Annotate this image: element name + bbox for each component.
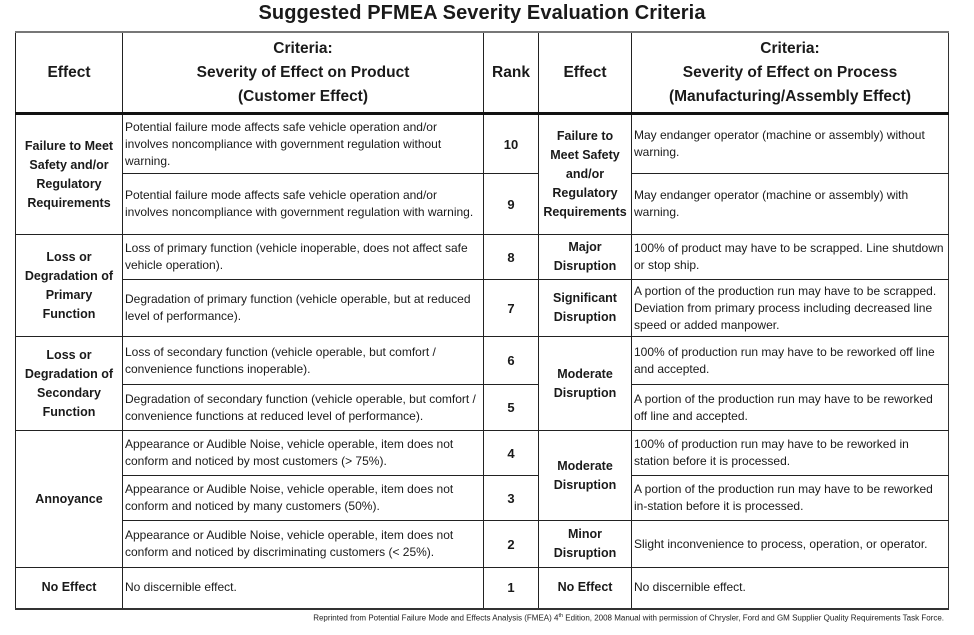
table-row: Loss or Degradation of Primary Function … <box>15 234 949 337</box>
process-criteria: A portion of the production run may have… <box>631 279 949 337</box>
process-effect-none: No Effect <box>538 567 632 610</box>
severity-criteria-table: Effect Criteria: Severity of Effect on P… <box>15 31 949 610</box>
header-criteria-product-line2: Severity of Effect on Product <box>196 63 410 81</box>
process-criteria: May endanger operator (machine or assemb… <box>631 173 949 235</box>
product-criteria: Loss of primary function (vehicle inoper… <box>122 234 484 280</box>
process-effect-moderate-offline: Moderate Disruption <box>538 336 632 431</box>
rank-value: 6 <box>483 336 539 385</box>
product-criteria: Loss of secondary function (vehicle oper… <box>122 336 484 385</box>
footnote-text-start: Reprinted from Potential Failure Mode an… <box>313 613 559 623</box>
rank-value: 9 <box>483 173 539 235</box>
product-criteria: Potential failure mode affects safe vehi… <box>122 113 484 174</box>
process-criteria: A portion of the production run may have… <box>631 384 949 431</box>
page-title: Suggested PFMEA Severity Evaluation Crit… <box>258 2 706 24</box>
product-effect-secondary-function: Loss or Degradation of Secondary Functio… <box>15 336 123 431</box>
process-criteria: 100% of product may have to be scrapped.… <box>631 234 949 280</box>
process-criteria: A portion of the production run may have… <box>631 475 949 521</box>
header-criteria-product-line1: Criteria: <box>273 39 333 57</box>
header-row: Effect Criteria: Severity of Effect on P… <box>15 31 949 115</box>
rank-value: 7 <box>483 279 539 337</box>
rank-value: 10 <box>483 113 539 174</box>
product-effect-none: No Effect <box>15 567 123 610</box>
header-criteria-process: Criteria: Severity of Effect on Process … <box>631 31 949 115</box>
table-row: Annoyance Appearance or Audible Noise, v… <box>15 430 949 568</box>
product-criteria: Appearance or Audible Noise, vehicle ope… <box>122 475 484 521</box>
product-effect-safety: Failure to Meet Safety and/or Regulatory… <box>15 113 123 235</box>
process-effect-moderate-instation: Moderate Disruption <box>538 430 632 521</box>
table-row: Failure to Meet Safety and/or Regulatory… <box>15 113 949 235</box>
product-criteria: Appearance or Audible Noise, vehicle ope… <box>122 430 484 476</box>
header-effect-product: Effect <box>15 31 123 115</box>
product-criteria: Degradation of primary function (vehicle… <box>122 279 484 337</box>
product-effect-annoyance: Annoyance <box>15 430 123 568</box>
process-criteria: Slight inconvenience to process, operati… <box>631 520 949 568</box>
table-row: Degradation of primary function (vehicle… <box>16 279 949 337</box>
product-criteria: No discernible effect. <box>122 567 484 610</box>
process-effect-significant: Significant Disruption <box>538 279 632 337</box>
header-criteria-process-line1: Criteria: <box>760 39 820 57</box>
table-row: Appearance or Audible Noise, vehicle ope… <box>16 475 949 521</box>
table-row: Loss or Degradation of Secondary Functio… <box>15 336 949 431</box>
process-effect-minor: Minor Disruption <box>538 520 632 568</box>
header-criteria-product-line3: (Customer Effect) <box>237 87 369 105</box>
rank-value: 3 <box>483 475 539 521</box>
process-effect-major: Major Disruption <box>538 234 632 280</box>
rank-value: 1 <box>483 567 539 610</box>
rank-value: 8 <box>483 234 539 280</box>
process-criteria: No discernible effect. <box>631 567 949 610</box>
table-row: Appearance or Audible Noise, vehicle ope… <box>16 520 949 568</box>
product-effect-primary-function: Loss or Degradation of Primary Function <box>15 234 123 337</box>
rank-value: 5 <box>483 384 539 431</box>
footnote-text-end: Edition, 2008 Manual with permission of … <box>563 613 944 623</box>
header-effect-process: Effect <box>538 31 632 115</box>
rank-value: 4 <box>483 430 539 476</box>
process-criteria: May endanger operator (machine or assemb… <box>631 113 949 174</box>
product-criteria: Degradation of secondary function (vehic… <box>122 384 484 431</box>
table-row: Potential failure mode affects safe vehi… <box>16 173 949 235</box>
source-footnote: Reprinted from Potential Failure Mode an… <box>313 613 944 623</box>
process-effect-safety: Failure to Meet Safety and/or Regulatory… <box>538 113 632 235</box>
table-row: Degradation of secondary function (vehic… <box>16 384 949 431</box>
rank-value: 2 <box>483 520 539 568</box>
header-rank: Rank <box>483 31 539 115</box>
process-criteria: 100% of production run may have to be re… <box>631 336 949 385</box>
table-row: No Effect No discernible effect. 1 No Ef… <box>15 567 949 610</box>
header-criteria-process-line2: Severity of Effect on Process <box>682 63 898 81</box>
header-criteria-process-line3: (Manufacturing/Assembly Effect) <box>668 87 911 105</box>
product-criteria: Potential failure mode affects safe vehi… <box>122 173 484 235</box>
product-criteria: Appearance or Audible Noise, vehicle ope… <box>122 520 484 568</box>
process-criteria: 100% of production run may have to be re… <box>631 430 949 476</box>
header-criteria-product: Criteria: Severity of Effect on Product … <box>122 31 484 115</box>
